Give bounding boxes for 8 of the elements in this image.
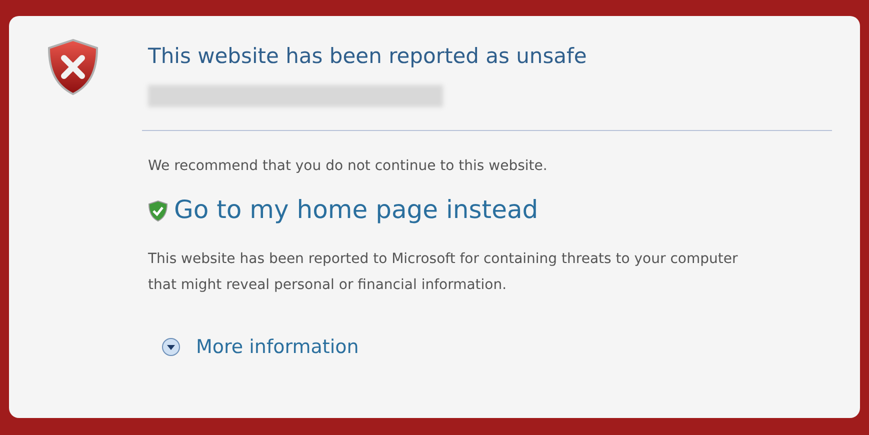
explanation-text: This website has been reported to Microsoft for containing threats to your computer that might reveal personal or financial information. bbox=[148, 250, 739, 295]
recommendation-text: We recommend that you do not continue to this website. bbox=[148, 156, 548, 176]
shield-check-icon bbox=[148, 200, 168, 222]
shield-error-icon bbox=[45, 38, 101, 96]
expand-icon bbox=[161, 337, 181, 358]
home-page-link[interactable]: Go to my home page instead bbox=[148, 190, 832, 228]
page-title: This website has been reported as unsafe bbox=[148, 43, 588, 70]
more-information-link[interactable]: More information bbox=[161, 333, 832, 362]
